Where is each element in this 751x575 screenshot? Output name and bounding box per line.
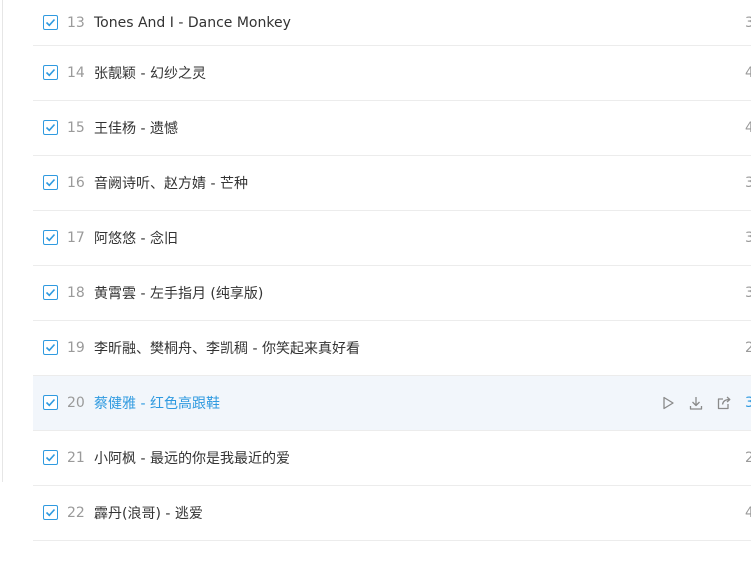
track-title[interactable]: Tones And I - Dance Monkey [94,15,291,31]
song-list-panel: 13 Tones And I - Dance Monkey 3 14 张靓颖 -… [0,0,751,575]
checkbox-checked-icon[interactable] [43,175,58,190]
checkbox-checked-icon[interactable] [43,230,58,245]
track-duration: 3 [745,285,751,301]
track-number: 20 [67,395,85,411]
track-number: 19 [67,340,85,356]
track-duration: 3 [745,230,751,246]
song-row[interactable]: 21 小阿枫 - 最远的你是我最近的爱 2 [33,431,751,486]
track-duration: 3 [745,14,751,31]
checkbox-checked-icon[interactable] [43,120,58,135]
track-number: 15 [67,120,85,136]
track-number: 18 [67,285,85,301]
song-row[interactable]: 13 Tones And I - Dance Monkey 3 [33,0,751,46]
track-duration: 2 [745,340,751,356]
track-number: 21 [67,450,85,466]
track-title[interactable]: 阿悠悠 - 念旧 [94,228,178,248]
song-row[interactable]: 16 音阙诗听、赵方婧 - 芒种 3 [33,156,751,211]
song-row-active[interactable]: 20 蔡健雅 - 红色高跟鞋 3 [33,376,751,431]
track-number: 14 [67,65,85,81]
track-number: 16 [67,175,85,191]
play-icon[interactable] [660,395,676,411]
checkbox-checked-icon[interactable] [43,395,58,410]
checkbox-checked-icon[interactable] [43,285,58,300]
checkbox-checked-icon[interactable] [43,14,58,30]
row-actions [660,395,740,411]
song-row[interactable]: 19 李昕融、樊桐舟、李凯稠 - 你笑起来真好看 2 [33,321,751,376]
track-number: 22 [67,505,85,521]
track-title[interactable]: 李昕融、樊桐舟、李凯稠 - 你笑起来真好看 [94,338,360,358]
panel-divider [2,0,3,482]
checkbox-checked-icon[interactable] [43,340,58,355]
song-row[interactable]: 18 黄霄雲 - 左手指月 (纯享版) 3 [33,266,751,321]
track-title[interactable]: 音阙诗听、赵方婧 - 芒种 [94,173,248,193]
download-icon[interactable] [688,395,704,411]
track-duration: 3 [745,175,751,191]
track-duration: 3 [745,395,751,411]
track-title[interactable]: 张靓颖 - 幻纱之灵 [94,63,206,83]
track-title[interactable]: 小阿枫 - 最远的你是我最近的爱 [94,448,290,468]
song-row[interactable]: 14 张靓颖 - 幻纱之灵 4 [33,46,751,101]
song-row[interactable]: 15 王佳杨 - 遗憾 4 [33,101,751,156]
track-duration: 4 [745,120,751,136]
song-list: 13 Tones And I - Dance Monkey 3 14 张靓颖 -… [33,0,751,541]
checkbox-checked-icon[interactable] [43,450,58,465]
track-title[interactable]: 王佳杨 - 遗憾 [94,118,178,138]
track-duration: 2 [745,450,751,466]
track-number: 13 [67,14,85,31]
track-duration: 4 [745,65,751,81]
track-title[interactable]: 蔡健雅 - 红色高跟鞋 [94,393,220,413]
checkbox-checked-icon[interactable] [43,65,58,80]
track-number: 17 [67,230,85,246]
track-title[interactable]: 霹丹(浪哥) - 逃爱 [94,503,203,523]
track-duration: 4 [745,505,751,521]
track-title[interactable]: 黄霄雲 - 左手指月 (纯享版) [94,283,263,303]
song-row[interactable]: 22 霹丹(浪哥) - 逃爱 4 [33,486,751,541]
checkbox-checked-icon[interactable] [43,505,58,520]
song-row[interactable]: 17 阿悠悠 - 念旧 3 [33,211,751,266]
share-icon[interactable] [716,395,732,411]
